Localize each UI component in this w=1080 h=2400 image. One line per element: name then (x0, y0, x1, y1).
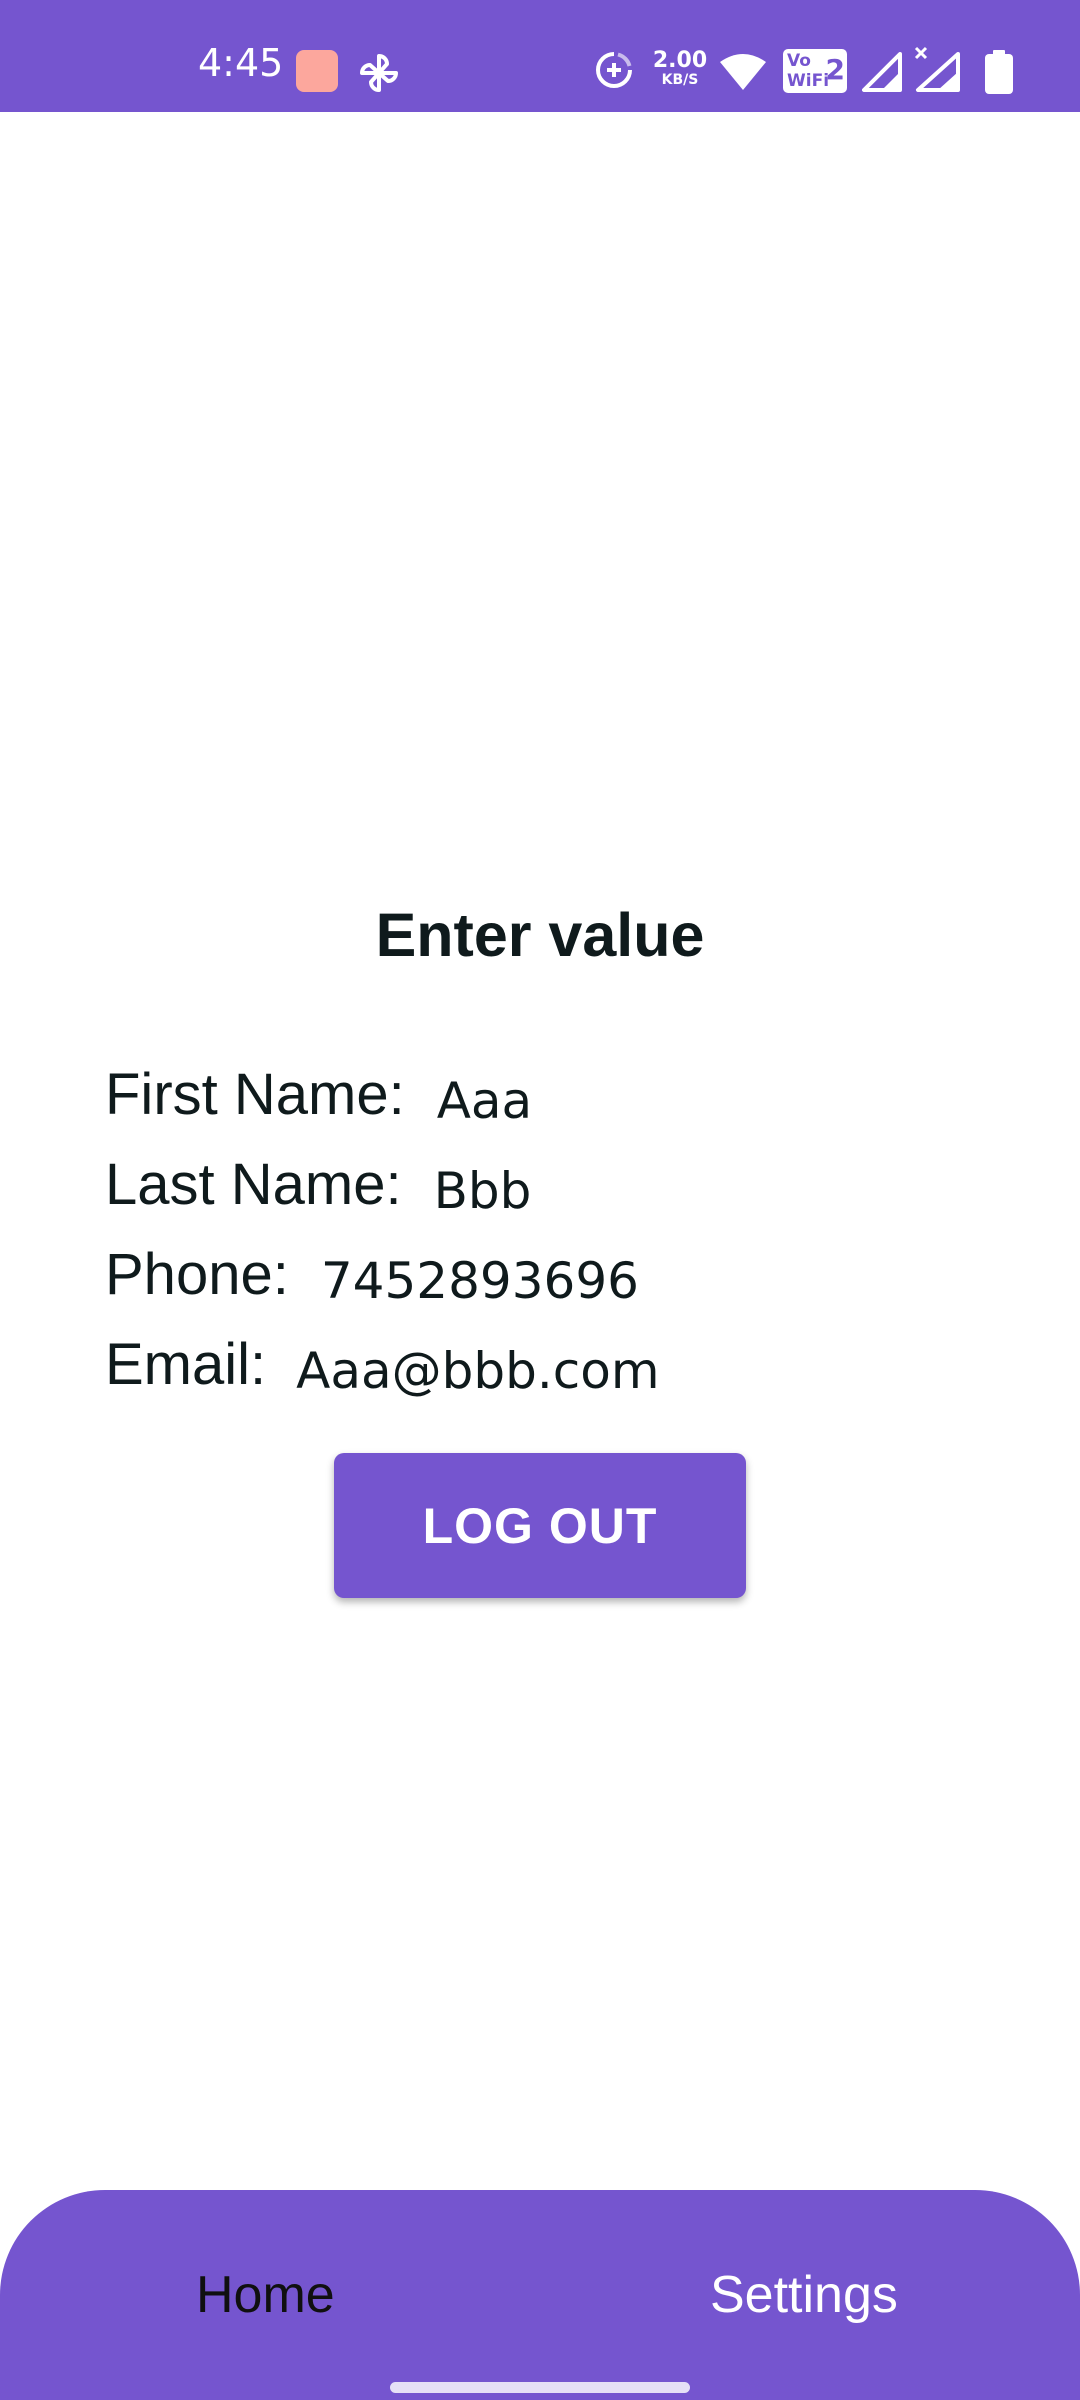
network-speed-value: 2.00 (652, 48, 708, 73)
network-speed-unit: KB/S (661, 72, 699, 88)
logout-button[interactable]: LOG OUT (334, 1453, 746, 1598)
app-notification-icon (296, 50, 338, 92)
email-label: Email: (105, 1332, 267, 1397)
network-speed: 2.00 KB/S (650, 48, 710, 88)
first-name-value: Aaa (436, 1072, 533, 1130)
phone-row: Phone: 7452893696 (105, 1235, 639, 1311)
bottom-navigation (0, 2190, 1080, 2400)
page-title: Enter value (375, 901, 705, 969)
signal-icon (862, 52, 902, 92)
first-name-label: First Name: (105, 1062, 405, 1127)
nav-item-home[interactable]: Home (196, 2260, 335, 2330)
nav-item-settings[interactable]: Settings (710, 2260, 898, 2330)
status-time: 4:45 (198, 41, 284, 85)
gesture-bar[interactable] (390, 2382, 690, 2393)
email-value: Aaa@bbb.com (296, 1342, 660, 1400)
phone-label: Phone: (105, 1242, 289, 1307)
first-name-row: First Name: Aaa (105, 1055, 532, 1131)
email-row: Email: Aaa@bbb.com (105, 1325, 660, 1401)
vowifi-slot: 2 (825, 53, 845, 86)
last-name-row: Last Name: Bbb (105, 1145, 531, 1221)
signal-no-data-icon (914, 46, 960, 92)
vowifi-text: Vo WiFi (787, 51, 830, 91)
last-name-label: Last Name: (105, 1152, 402, 1217)
battery-icon (985, 50, 1013, 94)
vowifi-icon: Vo WiFi 2 (783, 49, 847, 93)
phone-value: 7452893696 (320, 1252, 639, 1310)
status-bar: 4:45 2.00 KB/S Vo WiFi 2 (0, 0, 1080, 112)
wifi-icon (720, 54, 766, 90)
last-name-value: Bbb (433, 1162, 532, 1220)
data-saver-icon (596, 52, 632, 88)
pinwheel-icon (360, 54, 398, 92)
